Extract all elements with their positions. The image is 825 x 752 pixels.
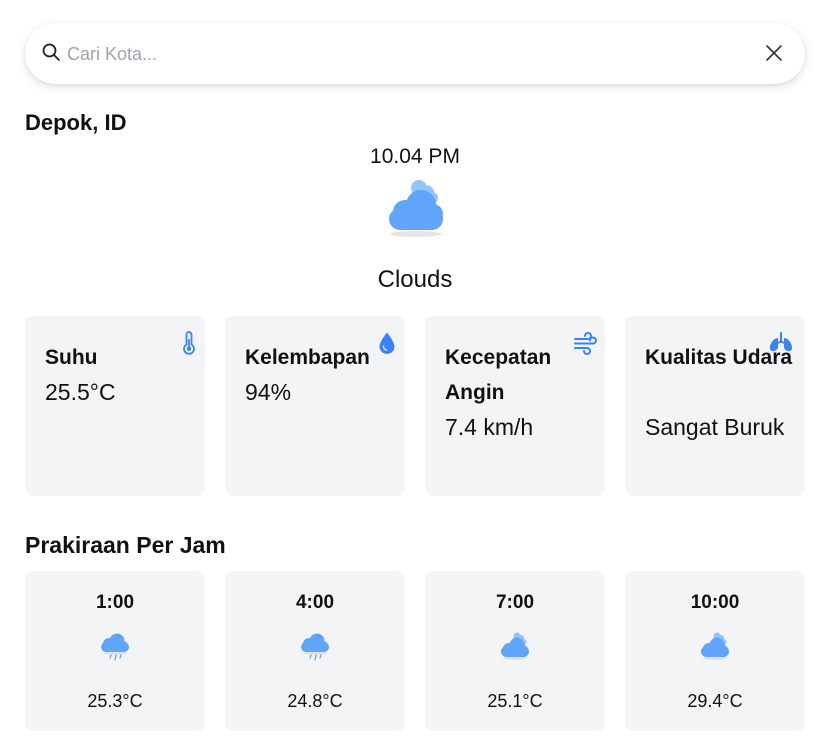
hourly-temperature: 29.4°C — [687, 691, 743, 711]
stat-card-air-quality: Kualitas Udara Sangat Buruk — [625, 316, 805, 496]
search-input[interactable] — [67, 41, 747, 67]
stat-value: 25.5°C — [45, 379, 116, 405]
water-drop-icon — [379, 332, 395, 354]
hourly-time: 1:00 — [95, 592, 135, 613]
stat-title: Kelembapan — [245, 346, 370, 369]
hourly-temperature: 25.1°C — [487, 691, 543, 711]
search-bar[interactable] — [25, 23, 805, 84]
location-title: Depok, ID — [25, 110, 127, 135]
close-icon[interactable] — [764, 43, 784, 63]
hourly-card: 1:00 25.3°C — [25, 571, 205, 731]
stat-card-temperature: Suhu 25.5°C — [25, 316, 205, 496]
stat-title: Suhu — [45, 346, 98, 369]
wind-icon — [574, 332, 597, 355]
thermometer-icon — [183, 331, 195, 355]
rain-cloud-icon — [101, 633, 129, 661]
stat-card-humidity: Kelembapan 94% — [225, 316, 405, 496]
hourly-card: 7:00 25.1°C — [425, 571, 605, 731]
hourly-forecast-title: Prakiraan Per Jam — [25, 532, 226, 558]
search-icon — [42, 43, 60, 61]
hourly-card: 4:00 24.8°C — [225, 571, 405, 731]
hourly-time: 7:00 — [495, 592, 535, 613]
stat-value: 94% — [245, 379, 292, 405]
hourly-card: 10:00 29.4°C — [625, 571, 805, 731]
cloud-icon — [701, 632, 729, 660]
weather-condition: Clouds — [377, 266, 453, 293]
hourly-time: 10:00 — [690, 592, 740, 613]
cloud-icon — [389, 180, 443, 237]
hourly-time: 4:00 — [295, 592, 335, 613]
stat-value: 7.4 km/h — [445, 414, 534, 440]
hourly-temperature: 24.8°C — [287, 691, 343, 711]
rain-cloud-icon — [301, 633, 329, 661]
lungs-icon — [770, 332, 792, 352]
stat-value: Sangat Buruk — [645, 414, 785, 440]
cloud-icon — [501, 632, 529, 660]
stat-card-wind-speed: Kecepatan Angin 7.4 km/h — [425, 316, 605, 496]
current-time: 10.04 PM — [370, 145, 460, 168]
hourly-temperature: 25.3°C — [87, 691, 143, 711]
